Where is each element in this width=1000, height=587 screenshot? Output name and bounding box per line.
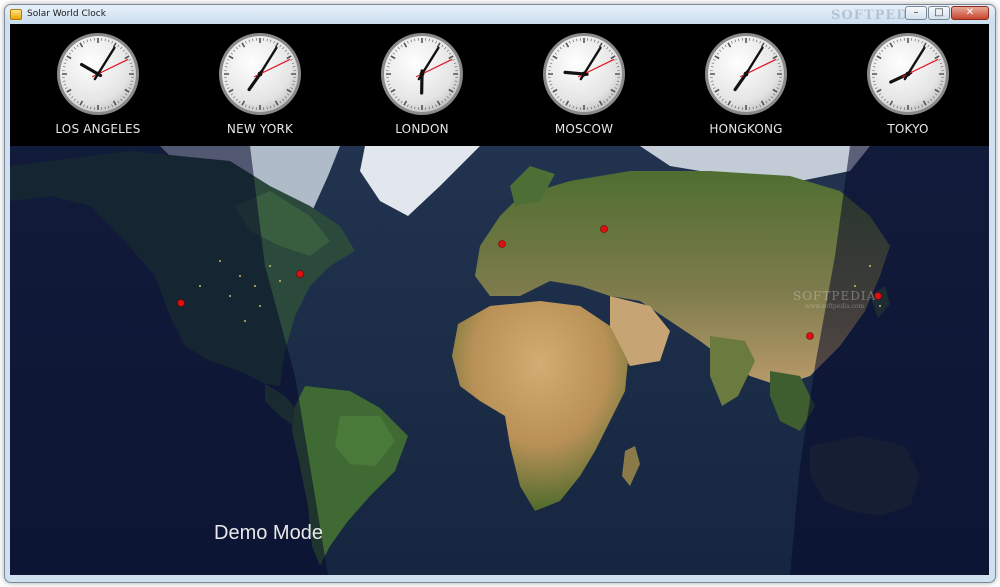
map-watermark-url: www.softpedia.com [805, 303, 865, 310]
clock-pivot [743, 71, 749, 77]
close-button[interactable]: ✕ [951, 6, 989, 20]
app-window: Solar World Clock SOFTPEDIA – □ ✕ LOS AN… [4, 4, 996, 583]
minimize-icon: – [913, 7, 919, 18]
app-icon [10, 9, 22, 20]
clock-pivot [905, 71, 911, 77]
clock-pivot [419, 71, 425, 77]
city-label: NEW YORK [226, 122, 294, 136]
clock-pivot [95, 71, 101, 77]
minimize-button[interactable]: – [905, 6, 927, 20]
clock-face-icon [867, 33, 949, 115]
clock-new-york: NEW YORK [190, 32, 330, 144]
clock-face-icon [381, 33, 463, 115]
clock-face-icon [543, 33, 625, 115]
clock-tokyo: TOKYO [838, 32, 978, 144]
city-label: MOSCOW [554, 122, 614, 136]
clock-pivot [581, 71, 587, 77]
window-controls: – □ ✕ [905, 6, 989, 20]
close-icon: ✕ [965, 7, 975, 18]
map-softpedia-watermark: SOFTPEDIA www.softpedia.com [793, 289, 877, 310]
clock-bar: LOS ANGELES NEW YORK LONDON MOSCOW HONGK… [10, 24, 989, 146]
maximize-icon: □ [934, 7, 944, 18]
title-bar[interactable]: Solar World Clock SOFTPEDIA – □ ✕ [5, 5, 995, 25]
clock-hongkong: HONGKONG [676, 32, 816, 144]
clock-face-icon [57, 33, 139, 115]
maximize-button[interactable]: □ [928, 6, 950, 20]
clock-london: LONDON [352, 32, 492, 144]
clock-moscow: MOSCOW [514, 32, 654, 144]
app-client-area: LOS ANGELES NEW YORK LONDON MOSCOW HONGK… [10, 24, 989, 575]
city-label: TOKYO [887, 122, 929, 136]
city-label: LOS ANGELES [55, 122, 141, 136]
world-map[interactable] [10, 146, 989, 575]
clock-face-icon [219, 33, 301, 115]
city-label: LONDON [395, 122, 449, 136]
window-title: Solar World Clock [27, 9, 106, 19]
clock-los-angeles: LOS ANGELES [28, 32, 168, 144]
clock-face-icon [705, 33, 787, 115]
city-label: HONGKONG [709, 122, 783, 136]
demo-mode-label: Demo Mode [214, 522, 323, 544]
clock-pivot [257, 71, 263, 77]
